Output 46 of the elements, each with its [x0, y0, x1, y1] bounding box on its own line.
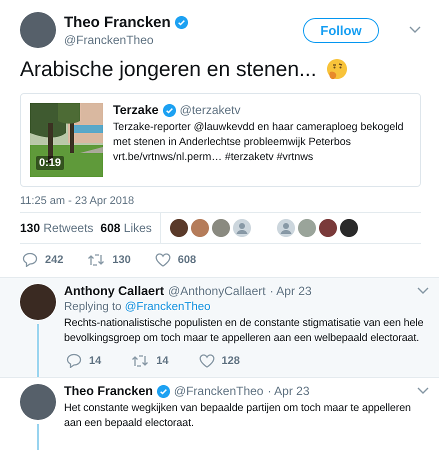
quoted-tweet-card[interactable]: 0:19 Terzake @terzaketv Terzake-reporter @lauwkevdd en haar cameraploeg bekogeld met stenen in Anderlechtse probleemwijk Peterbos vrt.be/vrtnws/nl.perm… #terzaketv #vrtnws: [20, 93, 421, 187]
avatar[interactable]: [20, 284, 56, 320]
replying-to-text: Replying to @FranckenTheo: [64, 301, 212, 313]
action-count: 14: [156, 354, 168, 366]
action-count: 130: [112, 254, 131, 266]
reply-date[interactable]: · Apr 23: [270, 284, 312, 298]
avatar-icon[interactable]: [340, 219, 358, 237]
stat-count[interactable]: 130 Retweets: [20, 221, 94, 235]
quoted-author-name: Terzake: [113, 103, 159, 117]
reply-author-name[interactable]: Theo Francken: [64, 384, 153, 398]
default-avatar-icon[interactable]: [276, 219, 295, 237]
retweet-icon[interactable]: [87, 252, 106, 266]
reply-author-name[interactable]: Anthony Callaert: [64, 284, 164, 298]
video-duration: 0:19: [36, 156, 64, 170]
reply-author-handle[interactable]: @AnthonyCallaert: [168, 284, 266, 298]
reply-author-handle[interactable]: @FranckenTheo: [174, 384, 264, 398]
avatar-icon[interactable]: [318, 219, 337, 237]
thinking-emoji-icon: [324, 58, 349, 82]
tweet-text: Arabische jongeren en stenen...: [20, 58, 317, 82]
reply-text: Het constante wegkijken van bepaalde partijen om toch maar te appelleren aan een bepaald electoraat.: [64, 401, 412, 431]
action-count: 128: [222, 354, 240, 366]
reply-tweet[interactable]: Theo Francken @FranckenTheo · Apr 23 Het constante wegkijken van bepaalde partijen om toch maar te appelleren aan een bepaald electoraat.: [0, 377, 439, 450]
author-name[interactable]: Theo Francken: [64, 14, 171, 30]
action-count: 14: [89, 354, 102, 366]
reply-icon[interactable]: [22, 252, 38, 267]
quoted-author-handle: @terzaketv: [180, 103, 241, 117]
reply-date[interactable]: · Apr 23: [267, 384, 310, 398]
avatar-icon[interactable]: [170, 219, 188, 237]
heart-icon[interactable]: [198, 354, 214, 368]
chevron-down-icon[interactable]: [417, 287, 429, 295]
default-avatar-icon[interactable]: [232, 219, 251, 237]
tweet-timestamp: 11:25 am - 23 Apr 2018: [20, 195, 136, 207]
avatar[interactable]: [20, 12, 56, 48]
reply-icon[interactable]: [66, 353, 82, 368]
heart-icon[interactable]: [154, 252, 171, 266]
quoted-tweet-text: Terzake-reporter @lauwkevdd en haar cameraploeg bekogeld met stenen in Anderlechtse probleemwijk Peterbos vrt.be/vrtnws/nl.perm… #terzaketv #vrtnws: [113, 120, 404, 165]
chevron-down-icon[interactable]: [417, 387, 429, 395]
stat-count[interactable]: 608 Likes: [100, 221, 152, 235]
chevron-down-icon[interactable]: [409, 26, 421, 34]
action-count: 608: [178, 254, 196, 266]
reply-tweet[interactable]: [0, 277, 439, 377]
retweet-icon[interactable]: [131, 354, 150, 368]
author-handle[interactable]: @FranckenTheo: [64, 32, 295, 46]
action-count: 242: [45, 254, 64, 266]
reply-text: Rechts-nationalistische populisten en de constante stigmatisatie van een hele bevolkingsgroep om toch maar te appelleren aan een welbepaald electoraat.: [64, 316, 424, 346]
avatar[interactable]: [20, 384, 56, 420]
